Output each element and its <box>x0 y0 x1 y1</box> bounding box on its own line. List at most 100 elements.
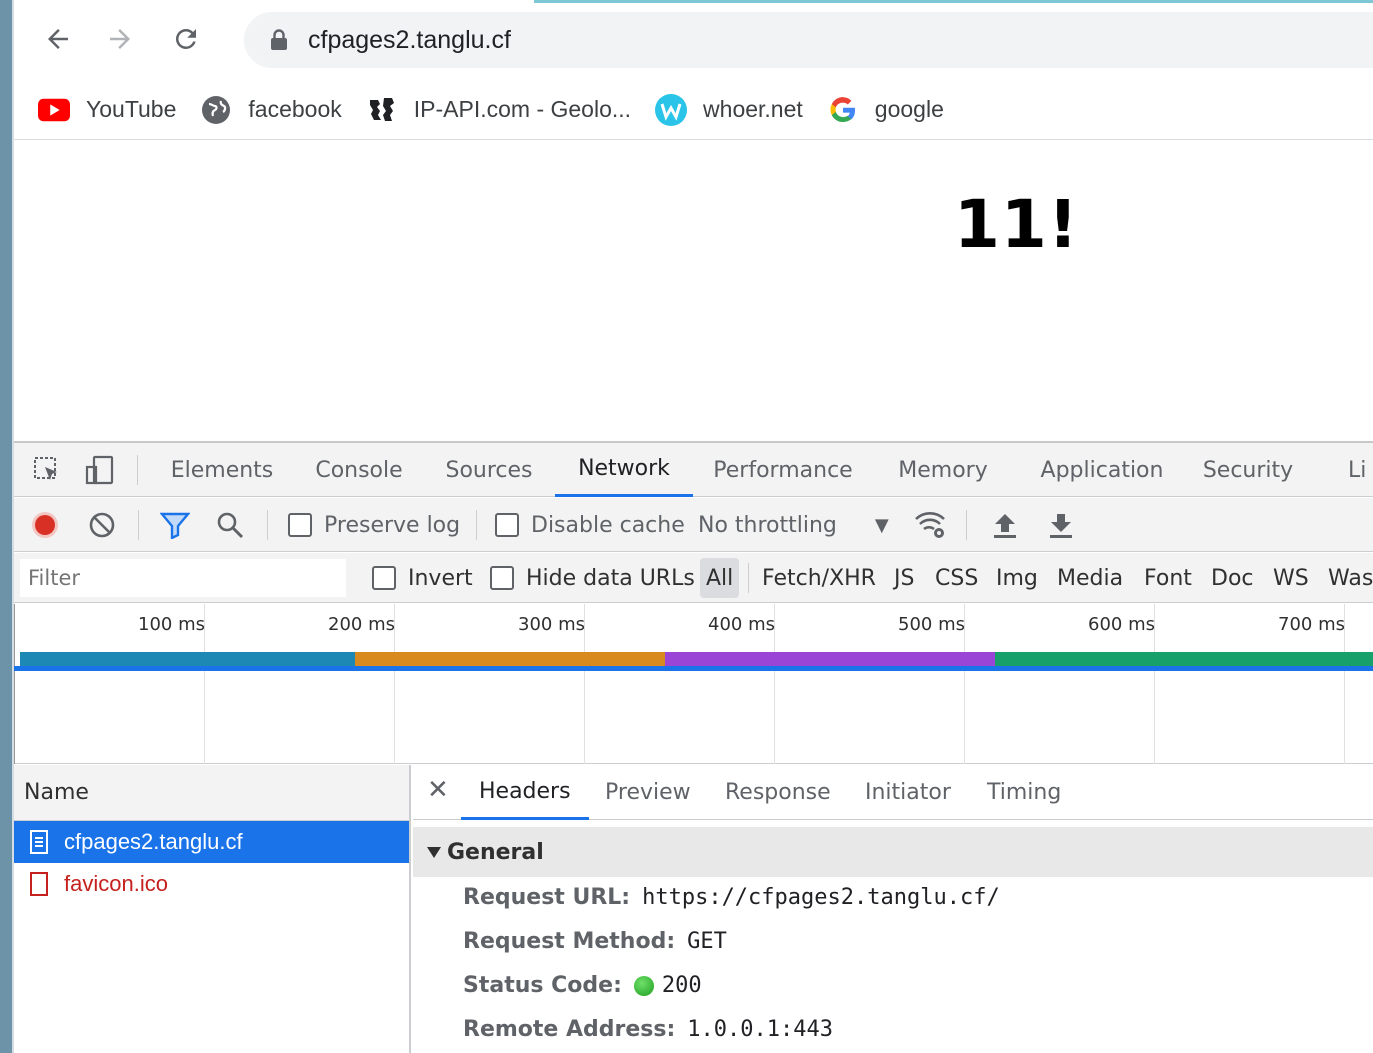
remote-address-label: Remote Address: <box>463 1017 676 1042</box>
request-list: Name cfpages2.tanglu.cf favicon.ico <box>14 765 411 1053</box>
tab-preview[interactable]: Preview <box>605 765 691 820</box>
invert-checkbox[interactable]: Invert <box>372 553 473 603</box>
tick-label: 300 ms <box>518 614 585 635</box>
forward-button[interactable] <box>98 17 142 61</box>
request-row[interactable]: favicon.ico <box>14 863 409 905</box>
network-conditions-button[interactable] <box>914 498 948 552</box>
bookmark-youtube[interactable]: YouTube <box>26 87 188 133</box>
export-har-button[interactable] <box>1048 498 1074 552</box>
tab-lighthouse[interactable]: Li <box>1348 443 1373 497</box>
bookmark-ip-api[interactable]: IP-API.com - Geolo... <box>354 87 643 133</box>
status-code-label: Status Code: <box>463 973 622 998</box>
request-name: cfpages2.tanglu.cf <box>64 829 243 854</box>
tab-response[interactable]: Response <box>725 765 831 820</box>
ip-api-icon <box>366 94 398 126</box>
disable-cache-checkbox[interactable]: Disable cache <box>495 498 685 552</box>
bookmarks-bar: YouTube facebook IP-API.com - Geolo... w… <box>14 80 1373 140</box>
tab-elements[interactable]: Elements <box>160 443 284 497</box>
checkbox-box[interactable] <box>288 513 312 537</box>
record-icon <box>32 512 58 538</box>
separator <box>267 510 268 540</box>
lock-icon[interactable] <box>270 29 288 51</box>
tab-headers[interactable]: Headers <box>461 765 589 820</box>
separator <box>137 455 138 485</box>
status-ok-icon <box>633 975 654 996</box>
throttling-select[interactable]: No throttling ▼ <box>698 498 889 552</box>
file-error-icon <box>30 872 48 896</box>
tab-performance[interactable]: Performance <box>708 443 858 497</box>
tab-application[interactable]: Application <box>1028 443 1176 497</box>
back-button[interactable] <box>36 17 80 61</box>
filter-type-fetch-xhr[interactable]: Fetch/XHR <box>762 553 876 603</box>
window-left-edge <box>0 0 12 1053</box>
name-column-header[interactable]: Name <box>14 765 409 821</box>
filter-type-js[interactable]: JS <box>894 553 914 603</box>
separator <box>476 510 477 540</box>
address-bar[interactable]: cfpages2.tanglu.cf <box>244 12 1373 68</box>
filter-toggle[interactable] <box>160 498 190 552</box>
filter-type-media[interactable]: Media <box>1057 553 1123 603</box>
import-har-button[interactable] <box>992 498 1018 552</box>
youtube-icon <box>38 94 70 126</box>
tab-network[interactable]: Network <box>555 443 693 497</box>
filter-type-wasm[interactable]: Was <box>1328 553 1373 603</box>
status-code-value: 200 <box>661 973 702 998</box>
tab-security[interactable]: Security <box>1194 443 1302 497</box>
bookmark-facebook[interactable]: facebook <box>188 87 353 133</box>
tab-memory[interactable]: Memory <box>886 443 1000 497</box>
separator <box>138 510 139 540</box>
filter-type-all[interactable]: All <box>700 558 740 598</box>
disable-cache-label: Disable cache <box>531 512 685 538</box>
filter-type-doc[interactable]: Doc <box>1211 553 1254 603</box>
filter-type-css[interactable]: CSS <box>935 553 978 603</box>
separator <box>966 510 967 540</box>
checkbox-box[interactable] <box>372 566 396 590</box>
device-toolbar-icon[interactable] <box>82 453 116 487</box>
separator <box>748 563 749 593</box>
globe-icon <box>200 94 232 126</box>
url-text[interactable]: cfpages2.tanglu.cf <box>308 26 511 55</box>
reload-icon <box>175 28 196 49</box>
page-heading: 11! <box>954 186 1079 263</box>
network-toolbar: Preserve log Disable cache No throttling… <box>14 498 1373 552</box>
bookmark-google[interactable]: google <box>815 87 956 133</box>
request-url-row: Request URL: https://cfpages2.tanglu.cf/ <box>463 885 1000 910</box>
clear-button[interactable] <box>88 498 116 552</box>
search-button[interactable] <box>216 498 244 552</box>
tab-timing[interactable]: Timing <box>987 765 1061 820</box>
request-row[interactable]: cfpages2.tanglu.cf <box>14 821 409 863</box>
tab-strip-accent <box>534 0 1373 3</box>
download-icon <box>1050 514 1072 538</box>
general-section-header[interactable]: General <box>413 827 1373 877</box>
whoer-icon <box>655 93 688 126</box>
tab-console[interactable]: Console <box>306 443 412 497</box>
general-title: General <box>447 839 544 865</box>
bookmark-label: facebook <box>248 96 342 122</box>
reload-button[interactable] <box>164 17 208 61</box>
network-overview[interactable]: 100 ms 200 ms 300 ms 400 ms 500 ms 600 m… <box>14 604 1373 764</box>
devtools-panel: Elements Console Sources Network Perform… <box>14 441 1373 1053</box>
bookmark-whoer[interactable]: whoer.net <box>643 87 815 133</box>
tick-label: 200 ms <box>328 614 395 635</box>
page-viewport: 11! <box>14 141 1373 441</box>
request-url-value: https://cfpages2.tanglu.cf/ <box>642 885 1000 910</box>
hide-data-urls-checkbox[interactable]: Hide data URLs <box>490 553 695 603</box>
filter-type-ws[interactable]: WS <box>1273 553 1309 603</box>
inspect-element-icon[interactable] <box>30 453 64 487</box>
record-button[interactable] <box>30 498 60 552</box>
filter-type-img[interactable]: Img <box>996 553 1038 603</box>
checkbox-box[interactable] <box>490 566 514 590</box>
filter-input[interactable]: Filter <box>20 559 346 597</box>
wifi-settings-icon <box>915 512 945 538</box>
dropdown-arrow-icon: ▼ <box>874 514 889 536</box>
collapse-triangle-icon <box>427 846 441 858</box>
bookmark-label: IP-API.com - Geolo... <box>413 96 632 122</box>
tab-sources[interactable]: Sources <box>436 443 542 497</box>
filter-type-font[interactable]: Font <box>1144 553 1192 603</box>
close-icon[interactable]: ✕ <box>427 775 449 805</box>
tab-initiator[interactable]: Initiator <box>865 765 951 820</box>
checkbox-box[interactable] <box>495 513 519 537</box>
clear-icon <box>89 512 115 538</box>
tick-label: 400 ms <box>708 614 775 635</box>
preserve-log-checkbox[interactable]: Preserve log <box>288 498 460 552</box>
